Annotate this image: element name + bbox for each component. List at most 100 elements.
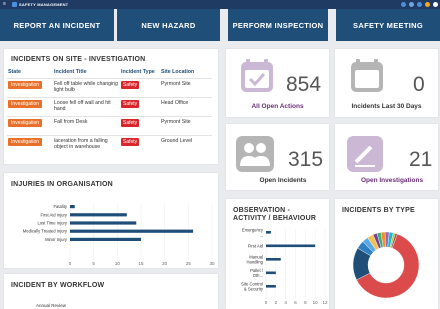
user-avatar-icon[interactable] (433, 2, 438, 7)
users-icon (236, 136, 274, 172)
x-tick-label: 30 (209, 261, 215, 266)
card-title: INJURIES IN ORGANISATION (11, 181, 113, 188)
settings-icon[interactable] (425, 2, 430, 7)
perform-inspection-button[interactable]: PERFORM INSPECTION (228, 9, 328, 41)
x-tick-label: 6 (294, 300, 297, 305)
open-incidents-value: 315 (288, 148, 324, 171)
notification-icon[interactable] (409, 2, 414, 7)
help-icon[interactable] (417, 2, 422, 7)
table-row[interactable]: Investigation Fall from Desk Safety Pyrm… (7, 116, 212, 136)
search-icon[interactable] (401, 2, 406, 7)
y-category-label: ... (260, 232, 264, 237)
site-location: Head Office (160, 97, 212, 117)
column-header-state[interactable]: State (7, 68, 53, 79)
y-category-label: First Aid (248, 243, 264, 248)
injuries-bar-chart: 0 5 10 15 20 25 30 Fatality First Aid Injury Lost… (23, 203, 215, 266)
site-location: Pyrmont Site (160, 116, 212, 136)
incidents-by-type-donut-chart (352, 231, 420, 299)
x-tick-label: 20 (162, 261, 168, 266)
x-tick-label: 5 (92, 261, 95, 266)
x-tick-label: 10 (115, 261, 121, 266)
edit-note-icon (347, 136, 383, 172)
x-tick-label: 15 (138, 261, 144, 266)
x-tick-label: 8 (304, 300, 307, 305)
open-incidents-card[interactable]: 315 Open Incidents (226, 124, 329, 190)
y-category-label: Minor Injury (45, 237, 68, 242)
report-incident-button[interactable]: REPORT AN INCIDENT (0, 9, 114, 41)
incidents-last-30-days-card[interactable]: 0 Incidents Last 30 Days (335, 49, 438, 117)
table-row[interactable]: Investigation laceration from a falling … (7, 135, 212, 155)
x-tick-label: 0 (265, 300, 268, 305)
bar[interactable] (266, 258, 281, 261)
bar[interactable] (266, 231, 271, 234)
app-title: SAFETY MANAGEMENT (19, 2, 69, 7)
table-row[interactable]: Investigation Loose fell off wall and hi… (7, 97, 212, 117)
x-tick-label: 25 (186, 261, 192, 266)
card-title: INCIDENT BY WORKFLOW (11, 282, 105, 289)
workflow-category-label: Annual Review (36, 303, 67, 308)
y-category-label: Handling (246, 259, 263, 264)
state-badge: Investigation (8, 138, 43, 146)
bar[interactable] (266, 271, 276, 275)
observation-bar-chart: 0 2 4 6 8 10 12Emergency...First AidManualHand… (241, 227, 328, 305)
x-tick-label: 10 (313, 300, 319, 305)
bar[interactable] (70, 237, 141, 241)
bar[interactable] (266, 285, 276, 288)
app-logo-icon (12, 2, 17, 7)
state-badge: Investigation (8, 100, 43, 108)
column-header-site[interactable]: Site Location (160, 68, 212, 79)
column-header-type[interactable]: Incident Type (120, 68, 160, 79)
last-30-days-value: 0 (413, 73, 425, 96)
card-title: INCIDENTS BY TYPE (342, 207, 415, 214)
type-badge: Safety (121, 100, 140, 108)
type-badge: Safety (121, 119, 140, 127)
x-tick-label: 12 (322, 300, 328, 305)
y-category-label: Fatality (54, 204, 68, 209)
incidents-table: State Incident Title Incident Type Site … (7, 68, 212, 155)
safety-meeting-button[interactable]: SAFETY MEETING (336, 9, 440, 41)
incidents-by-type-card: INCIDENTS BY TYPE (335, 199, 438, 309)
incident-by-workflow-card: INCIDENT BY WORKFLOW Annual Review (4, 274, 218, 309)
site-location: Pyrmont Site (160, 78, 212, 98)
open-investigations-card[interactable]: 21 Open Investigations (335, 124, 438, 190)
incident-title[interactable]: Fall from Desk (53, 116, 120, 136)
state-badge: Investigation (8, 81, 43, 89)
bar[interactable] (266, 244, 316, 248)
open-actions-card[interactable]: 854 All Open Actions (226, 49, 329, 117)
open-actions-label: All Open Actions (251, 103, 304, 110)
site-location: Ground Level (160, 135, 212, 155)
x-tick-label: 2 (275, 300, 278, 305)
card-title: OBSERVATION - ACTIVITY / BEHAVIOUR (233, 207, 317, 222)
calendar-icon (351, 59, 383, 92)
bar[interactable] (70, 221, 137, 225)
bar[interactable] (70, 229, 194, 233)
y-category-label: & Security (244, 286, 264, 291)
open-investigations-value: 21 (409, 148, 433, 171)
y-category-label: Lost Time Injury (37, 221, 67, 226)
x-tick-label: 0 (69, 261, 72, 266)
bar[interactable] (70, 205, 75, 209)
x-tick-label: 4 (284, 300, 287, 305)
menu-icon[interactable]: ≡ (3, 2, 6, 7)
open-actions-value: 854 (286, 73, 322, 96)
last-30-days-label: Incidents Last 30 Days (351, 103, 422, 110)
card-title: INCIDENTS ON SITE - INVESTIGATION (11, 56, 146, 63)
new-hazard-button[interactable]: NEW HAZARD (117, 9, 220, 41)
open-investigations-label: Open Investigations (360, 177, 424, 184)
topbar-icons (401, 2, 438, 7)
y-category-label: First Aid Injury (40, 212, 67, 217)
bar[interactable] (70, 213, 127, 217)
incident-title[interactable]: Fell off table while changing light bulb (53, 78, 120, 98)
type-badge: Safety (121, 138, 140, 146)
state-badge: Investigation (8, 119, 43, 127)
type-badge: Safety (121, 81, 140, 89)
y-category-label: Medically Treated Injury (23, 229, 68, 234)
incident-title[interactable]: laceration from a falling object in ware… (53, 135, 120, 155)
open-incidents-label: Open Incidents (259, 177, 307, 184)
table-row[interactable]: Investigation Fell off table while chang… (7, 78, 212, 98)
incident-title[interactable]: Loose fell off wall and hit hand (53, 97, 120, 117)
column-header-title[interactable]: Incident Title (53, 68, 120, 79)
table-header-row: State Incident Title Incident Type Site … (7, 68, 212, 79)
y-category-label: Oth... (253, 273, 263, 278)
calendar-check-icon (241, 59, 273, 92)
